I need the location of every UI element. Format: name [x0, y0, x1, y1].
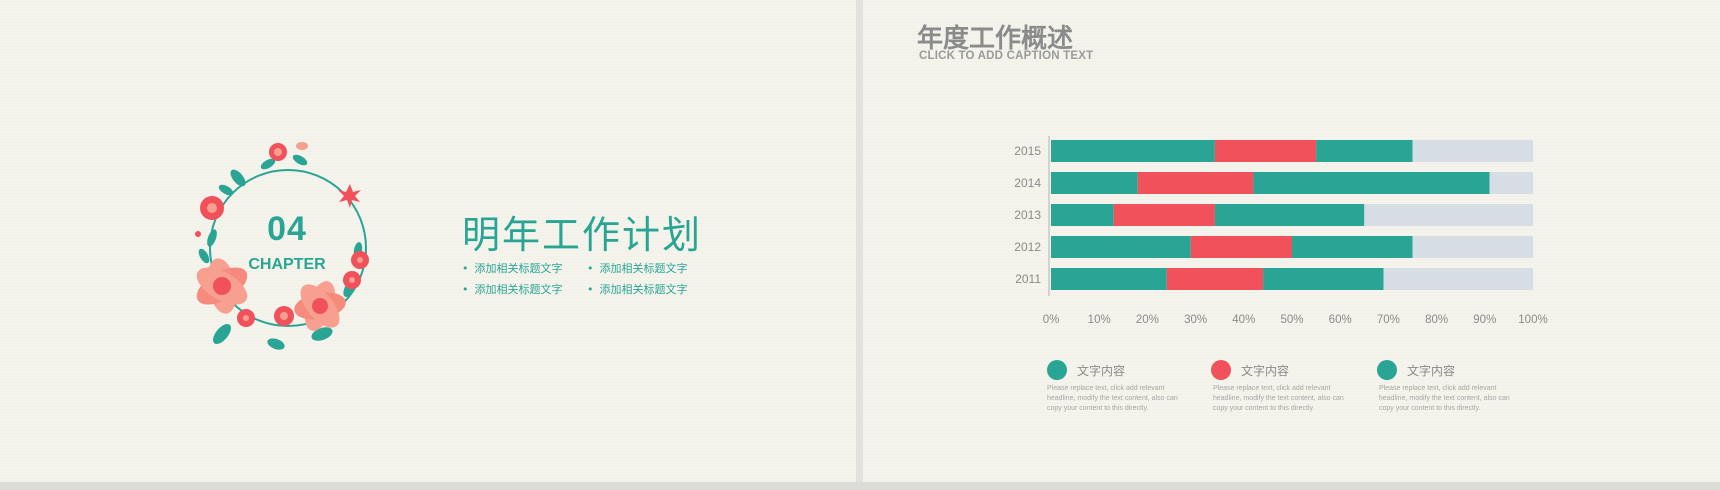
legend-label: 文字内容: [1241, 364, 1290, 378]
bullet-item: 添加相关标题文字: [587, 281, 688, 297]
legend-description: Please replace text, click add relevant …: [1047, 385, 1178, 412]
x-tick-label: 0%: [1043, 314, 1060, 326]
legend-description: Please replace text, click add relevant …: [1213, 385, 1344, 412]
legend-dot-red: [1211, 360, 1231, 380]
bar-segment: [1383, 268, 1533, 290]
legend-description: Please replace text, click add relevant …: [1379, 385, 1510, 412]
bullet-item: 添加相关标题文字: [462, 281, 563, 297]
bar-segment: [1412, 140, 1533, 162]
x-tick-label: 30%: [1184, 314, 1207, 326]
chapter-label: CHAPTER: [248, 256, 326, 273]
bullet-item: 添加相关标题文字: [462, 260, 563, 276]
bar-segment: [1051, 172, 1138, 194]
bar-segment: [1364, 204, 1533, 226]
floral-wreath-icon: [195, 142, 369, 350]
slide-divider: [856, 0, 863, 490]
bar-segment: [1166, 268, 1264, 290]
bottom-border: [0, 482, 1720, 490]
bar-segment: [1292, 236, 1413, 258]
legend-dot-teal: [1377, 360, 1397, 380]
bar-segment: [1137, 172, 1254, 194]
legend-label: 文字内容: [1077, 364, 1126, 378]
legend-dot-teal: [1047, 360, 1067, 380]
bar-segment: [1412, 236, 1533, 258]
y-tick-label: 2011: [1015, 272, 1041, 286]
bar-segment: [1214, 204, 1365, 226]
x-tick-label: 50%: [1280, 314, 1303, 326]
x-tick-label: 80%: [1425, 314, 1448, 326]
chapter-number: 04: [267, 210, 307, 248]
x-tick-label: 100%: [1518, 314, 1547, 326]
bar-segment: [1051, 236, 1191, 258]
x-tick-label: 40%: [1232, 314, 1255, 326]
bar-segment: [1113, 204, 1215, 226]
x-tick-label: 10%: [1088, 314, 1111, 326]
slide-annual-overview: 年度工作概述 CLICK TO ADD CAPTION TEXT 2015 201…: [863, 0, 1720, 482]
bar-segment: [1316, 140, 1413, 162]
x-tick-label: 70%: [1377, 314, 1400, 326]
bar-segment: [1190, 236, 1292, 258]
bar-segment: [1489, 172, 1533, 194]
x-tick-label: 90%: [1473, 314, 1496, 326]
x-tick-label: 20%: [1136, 314, 1159, 326]
y-tick-label: 2013: [1014, 208, 1041, 222]
bullet-item: 添加相关标题文字: [587, 260, 688, 276]
bar-segment: [1051, 204, 1114, 226]
bar-segment: [1214, 140, 1317, 162]
x-tick-label: 60%: [1329, 314, 1352, 326]
bar-segment: [1253, 172, 1490, 194]
section-title: 明年工作计划: [462, 213, 703, 257]
y-tick-label: 2014: [1014, 176, 1041, 190]
bar-segment: [1051, 268, 1167, 290]
y-tick-label: 2015: [1014, 144, 1041, 158]
bar-segment: [1051, 140, 1215, 162]
slide-chapter: 04 CHAPTER 明年工作计划 添加相关标题文字 添加相关标题文字 添加相关…: [0, 0, 856, 482]
legend-label: 文字内容: [1407, 364, 1456, 378]
bar-segment: [1263, 268, 1384, 290]
y-tick-label: 2012: [1014, 240, 1041, 254]
